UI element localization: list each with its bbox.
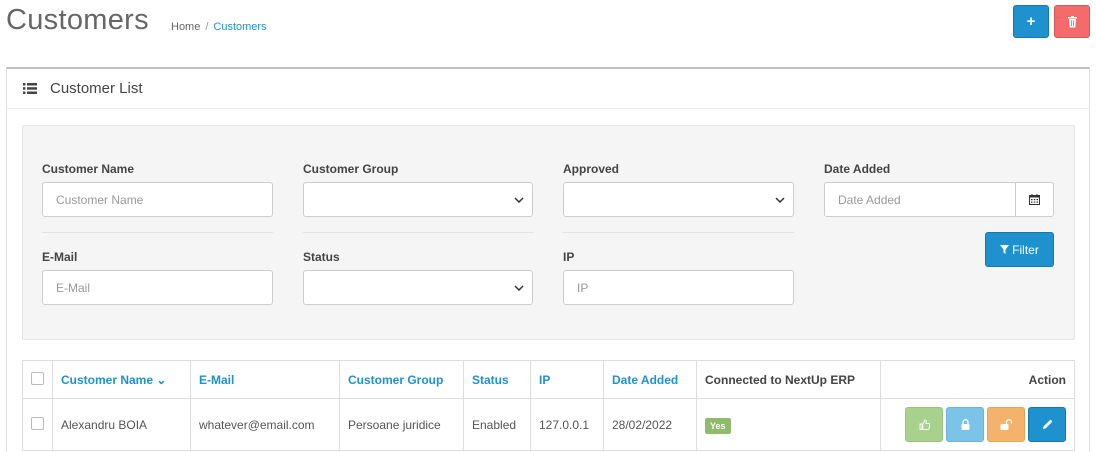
- status-badge: Yes: [705, 417, 731, 434]
- email-input[interactable]: E-Mail: [42, 270, 273, 305]
- cell-customer-group: Persoane juridice: [339, 398, 464, 451]
- ip-placeholder: IP: [577, 280, 589, 295]
- customer-table: Customer Name ⌄ E-Mail Customer Group St…: [22, 360, 1075, 451]
- col-ip[interactable]: IP: [530, 360, 604, 399]
- ip-input[interactable]: IP: [563, 270, 794, 305]
- select-all-checkbox[interactable]: [31, 371, 44, 385]
- cell-email: whatever@email.com: [190, 398, 340, 451]
- select-all-cell: [22, 360, 53, 399]
- ip-label: IP: [563, 250, 575, 264]
- email-label: E-Mail: [42, 250, 78, 264]
- col-customer-name[interactable]: Customer Name ⌄: [52, 360, 191, 399]
- page-header: Customers Home / Customers +: [0, 0, 1096, 60]
- col-customer-group[interactable]: Customer Group: [339, 360, 464, 399]
- cell-ip: 127.0.0.1: [530, 398, 604, 451]
- panel-heading: Customer List: [7, 69, 1089, 109]
- unlock-icon: [1000, 419, 1012, 430]
- col-email[interactable]: E-Mail: [190, 360, 340, 399]
- col-action: Action: [880, 360, 1075, 399]
- customer-list-panel: Customer List Customer Name Customer Nam…: [6, 67, 1090, 452]
- filter-box: Customer Name Customer Name Customer Gro…: [22, 125, 1075, 340]
- chevron-down-icon: [514, 196, 524, 203]
- filter-divider: [563, 232, 794, 233]
- approve-button[interactable]: [905, 407, 943, 442]
- lock-button[interactable]: [946, 407, 984, 442]
- col-customer-name-label: Customer Name: [61, 372, 154, 387]
- approved-label: Approved: [563, 162, 620, 176]
- customer-name-label: Customer Name: [42, 162, 135, 176]
- lock-icon: [961, 419, 969, 430]
- cell-date-added: 28/02/2022: [603, 398, 697, 451]
- delete-button[interactable]: [1054, 5, 1090, 38]
- trash-icon: [1067, 15, 1077, 27]
- sort-desc-icon: ⌄: [156, 372, 167, 387]
- panel-title: Customer List: [50, 80, 143, 97]
- cell-actions: [880, 398, 1075, 451]
- filter-divider: [42, 232, 273, 233]
- breadcrumb-home[interactable]: Home: [171, 21, 200, 33]
- plus-icon: +: [1026, 13, 1036, 30]
- approved-select[interactable]: [563, 182, 794, 217]
- status-select[interactable]: [303, 270, 533, 305]
- date-added-input[interactable]: Date Added: [824, 182, 1054, 217]
- cell-customer-name: Alexandru BOIA: [52, 398, 191, 451]
- add-button[interactable]: +: [1013, 5, 1049, 38]
- chevron-down-icon: [775, 196, 785, 203]
- breadcrumb-separator: /: [205, 21, 209, 33]
- pencil-icon: [1042, 419, 1052, 429]
- breadcrumb: Home / Customers: [171, 21, 267, 33]
- calendar-button[interactable]: [1015, 182, 1053, 217]
- col-connected-erp: Connected to NextUp ERP: [696, 360, 881, 399]
- customer-group-select[interactable]: [303, 182, 533, 217]
- unlock-button[interactable]: [987, 407, 1025, 442]
- table-row: Alexandru BOIA whatever@email.com Persoa…: [22, 398, 1075, 451]
- customer-group-label: Customer Group: [303, 162, 399, 176]
- email-placeholder: E-Mail: [56, 280, 91, 295]
- filter-button-label: Filter: [1012, 242, 1039, 257]
- filter-button[interactable]: Filter: [985, 232, 1054, 267]
- breadcrumb-customers[interactable]: Customers: [213, 21, 266, 33]
- cell-status: Enabled: [463, 398, 531, 451]
- date-added-placeholder: Date Added: [838, 192, 901, 207]
- thumbs-up-icon: [919, 419, 930, 430]
- calendar-icon: [1029, 194, 1040, 205]
- edit-button[interactable]: [1028, 407, 1066, 442]
- list-icon: [23, 83, 37, 94]
- date-added-label: Date Added: [824, 162, 891, 176]
- row-checkbox[interactable]: [31, 416, 44, 430]
- filter-divider: [303, 232, 533, 233]
- table-header-row: Customer Name ⌄ E-Mail Customer Group St…: [22, 360, 1075, 399]
- cell-connected-erp: Yes: [696, 398, 881, 451]
- row-select-cell: [22, 398, 53, 451]
- chevron-down-icon: [514, 284, 524, 291]
- page-title: Customers: [6, 4, 149, 36]
- status-label: Status: [303, 250, 340, 264]
- filter-icon: [1000, 245, 1010, 254]
- col-status[interactable]: Status: [463, 360, 531, 399]
- customer-name-placeholder: Customer Name: [56, 192, 144, 207]
- col-date-added[interactable]: Date Added: [603, 360, 697, 399]
- customer-name-input[interactable]: Customer Name: [42, 182, 273, 217]
